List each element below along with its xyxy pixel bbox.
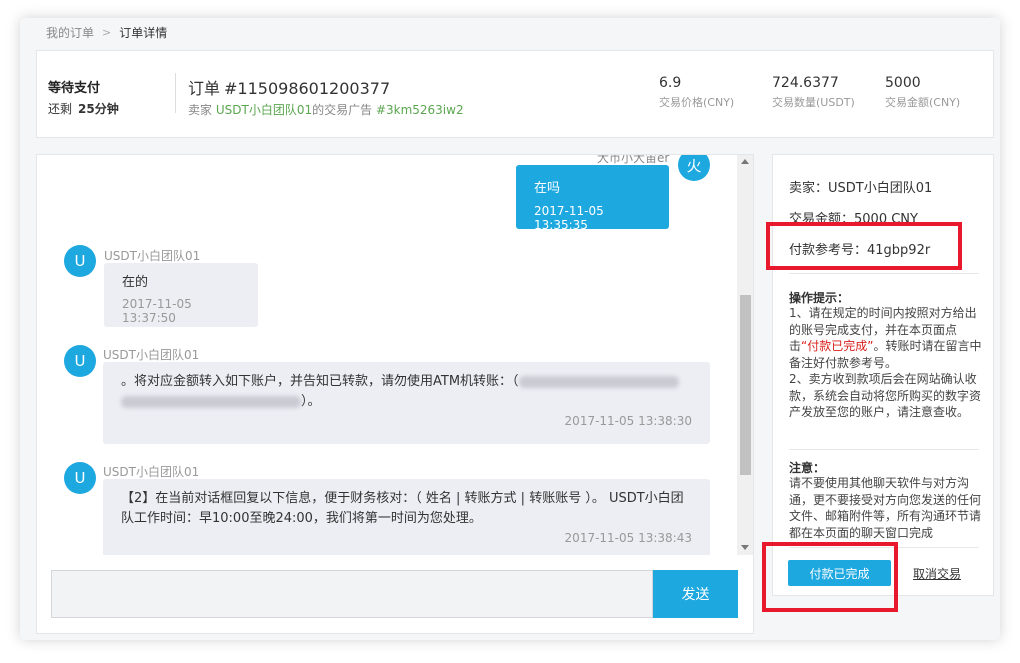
message-bubble: 在的 2017-11-05 13:37:50 [104, 263, 258, 327]
stat-amount: 5000 交易金额(CNY) [885, 75, 960, 110]
message-text-part-a: 。将对应金额转入如下账户，并告知已转款，请勿使用ATM机转账：（ [121, 374, 519, 389]
message-text-part-b: ）。 [301, 394, 321, 409]
payment-status: 等待支付 还剩 25分钟 [48, 77, 119, 117]
stat-quantity-label: 交易数量(USDT) [772, 96, 855, 109]
chat-scrollbar[interactable] [737, 155, 753, 555]
message-text: 。将对应金额转入如下账户，并告知已转款，请勿使用ATM机转账：（ ）。 [121, 372, 692, 412]
side-divider [789, 273, 979, 274]
order-label: 订单 [188, 79, 221, 98]
message-time: 2017-11-05 13:38:30 [564, 414, 692, 428]
ad-id-link[interactable]: #3km5263iw2 [376, 103, 464, 117]
scroll-thumb[interactable] [740, 295, 751, 475]
stat-amount-value: 5000 [885, 75, 921, 91]
send-button[interactable]: 发送 [653, 570, 738, 618]
breadcrumb-separator: > [102, 26, 112, 39]
remain-label: 还剩 [48, 102, 73, 116]
breadcrumb: 我的订单 > 订单详情 [46, 24, 167, 41]
chat-panel: 大币小大宙er 火 在吗 2017-11-05 13:35:35 U USDT小… [36, 154, 754, 634]
tip2: 2、卖方收到款项后会在网站确认收款，系统会自动将您所购买的数字资产发放至您的账户… [789, 372, 982, 419]
redacted-account-b [121, 395, 301, 408]
highlight-box-pay-button [762, 542, 898, 612]
order-number: 订单 #115098601200377 [188, 75, 464, 99]
message-bubble: 。将对应金额转入如下账户，并告知已转款，请勿使用ATM机转账：（ ）。 2017… [103, 362, 710, 444]
message-time: 2017-11-05 13:38:43 [564, 531, 692, 545]
order-seller-line: 卖家 USDT小白团队01的交易广告 #3km5263iw2 [188, 101, 464, 118]
order-header: 等待支付 还剩 25分钟 订单 #115098601200377 卖家 USDT小白… [36, 50, 994, 138]
stat-amount-label: 交易金额(CNY) [885, 96, 961, 109]
notice-title: 注意： [789, 461, 826, 475]
scroll-up-icon[interactable] [741, 159, 749, 164]
stat-quantity-value: 724.6377 [772, 75, 839, 91]
remain-value: 25分钟 [78, 102, 119, 116]
message-time: 2017-11-05 13:37:50 [122, 297, 192, 325]
remaining-time: 还剩 25分钟 [48, 100, 119, 117]
seller-avatar: U [64, 245, 96, 277]
payment-side-panel: 卖家：USDT小白团队01 交易金额：5000 CNY 付款参考号：41gbp9… [772, 154, 994, 596]
chat-input[interactable] [51, 570, 653, 618]
order-detail-card: 我的订单 > 订单详情 等待支付 还剩 25分钟 订单 #1150986012003… [20, 18, 1000, 640]
stat-price-label: 交易价格(CNY) [659, 96, 735, 109]
stat-price-value: 6.9 [659, 75, 682, 91]
order-info: 订单 #115098601200377 卖家 USDT小白团队01的交易广告 #3… [188, 75, 464, 118]
tip1-highlight: “付款已完成” [801, 339, 874, 353]
highlight-box-reference [766, 222, 962, 270]
tips-title: 操作提示： [789, 291, 850, 305]
seller-prefix: 卖家 [188, 103, 213, 117]
seller-link[interactable]: USDT小白团队01 [216, 103, 312, 117]
message-sender: USDT小白团队01 [104, 249, 201, 263]
message-text: 在的 [122, 275, 149, 290]
stat-price: 6.9 交易价格(CNY) [659, 75, 734, 110]
redacted-account-a [518, 375, 679, 388]
scroll-down-icon[interactable] [741, 545, 749, 550]
stat-quantity: 724.6377 交易数量(USDT) [772, 75, 855, 110]
message-sender: USDT小白团队01 [103, 465, 200, 479]
self-message-text: 在吗 [534, 181, 561, 196]
seller-avatar: U [64, 462, 96, 494]
message-bubble: 【2】在当前对话框回复以下信息，便于财务核对：（ 姓名 | 转账方式 | 转账账… [103, 479, 710, 555]
order-id: #115098601200377 [224, 79, 391, 98]
self-message-time: 2017-11-05 13:35:35 [534, 204, 604, 232]
message-list[interactable]: 大币小大宙er 火 在吗 2017-11-05 13:35:35 U USDT小… [37, 155, 737, 555]
tips-text: 1、请在规定的时间内按照对方给出的账号完成支付，并在本页面点击“付款已完成”。转… [789, 305, 983, 421]
side-divider [789, 449, 979, 450]
breadcrumb-my-orders[interactable]: 我的订单 [46, 24, 94, 41]
breadcrumb-current: 订单详情 [119, 26, 168, 40]
status-title: 等待支付 [48, 81, 101, 96]
ad-text: 的交易广告 [312, 103, 373, 117]
self-message-bubble: 在吗 2017-11-05 13:35:35 [516, 165, 669, 232]
notice-text: 请不要使用其他聊天软件与对方沟通，更不要接受对方向您发送的任何文件、邮箱附件等，… [789, 476, 982, 540]
message-text: 【2】在当前对话框回复以下信息，便于财务核对：（ 姓名 | 转账方式 | 转账账… [121, 491, 684, 526]
self-avatar: 火 [678, 155, 710, 181]
header-divider [175, 73, 176, 113]
cancel-trade-link[interactable]: 取消交易 [913, 565, 961, 582]
seller-avatar: U [64, 345, 96, 377]
message-sender: USDT小白团队01 [103, 348, 200, 362]
side-seller: 卖家：USDT小白团队01 [789, 181, 933, 196]
